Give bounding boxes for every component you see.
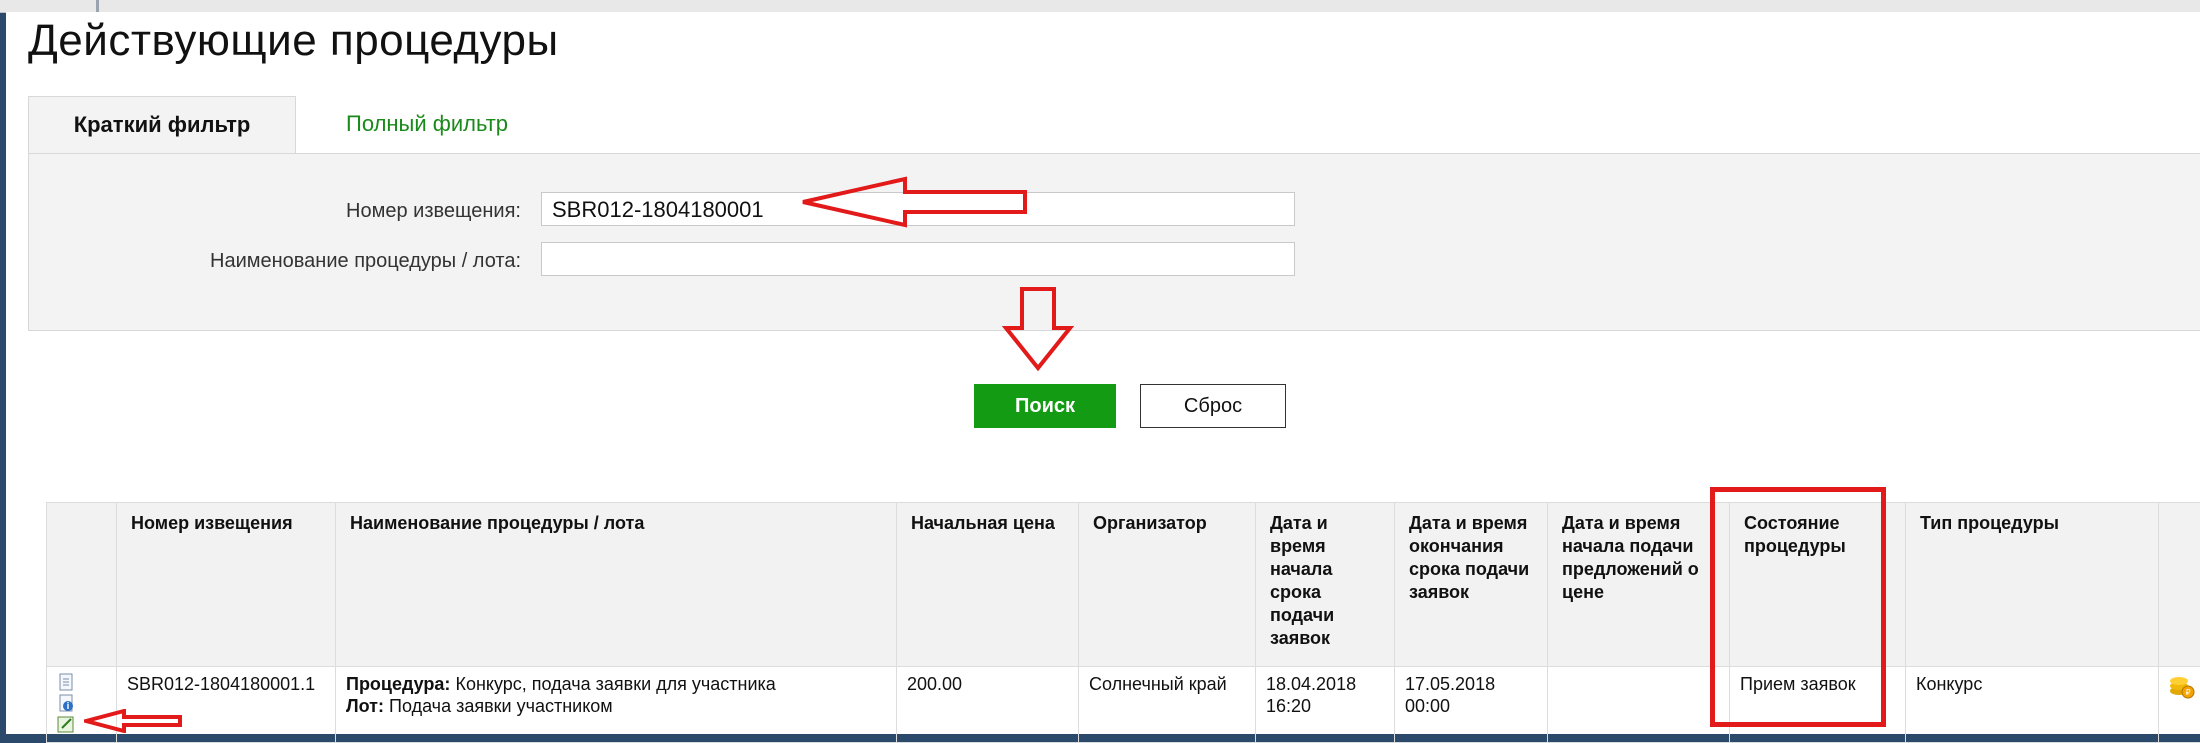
tab-short-filter[interactable]: Краткий фильтр xyxy=(28,96,296,153)
procedure-value: Конкурс, подача заявки для участника xyxy=(455,674,775,694)
col-notice-number[interactable]: Номер извещения xyxy=(117,503,336,667)
col-procedure-type[interactable]: Тип процедуры xyxy=(1906,503,2159,667)
view-document-icon[interactable] xyxy=(57,673,75,691)
cell-notice-number[interactable]: SBR012-1804180001.1 xyxy=(117,667,336,743)
cell-procedure-name: Процедура: Конкурс, подача заявки для уч… xyxy=(336,667,897,743)
cell-apps-end: 17.05.2018 00:00 xyxy=(1395,667,1548,743)
col-organizer[interactable]: Организатор xyxy=(1079,503,1256,667)
filter-panel: Номер извещения: SBR012-1804180001 Наиме… xyxy=(28,153,2200,331)
col-procedure-name[interactable]: Наименование процедуры / лота xyxy=(336,503,897,667)
lot-value: Подача заявки участником xyxy=(389,696,613,716)
coins-icon[interactable]: ₽ xyxy=(2169,683,2195,703)
col-start-price[interactable]: Начальная цена xyxy=(897,503,1079,667)
svg-text:₽: ₽ xyxy=(2185,688,2190,697)
reset-button[interactable]: Сброс xyxy=(1140,384,1286,428)
cell-procedure-type: Конкурс xyxy=(1906,667,2159,743)
info-document-icon[interactable] xyxy=(57,694,75,712)
strip-marker xyxy=(96,0,99,12)
cell-start-price: 200.00 xyxy=(897,667,1079,743)
procedure-label: Процедура: xyxy=(346,674,450,694)
page-title: Действующие процедуры xyxy=(28,16,559,66)
col-extra xyxy=(2159,503,2200,667)
col-actions xyxy=(47,503,117,667)
col-price-offers-start[interactable]: Дата и время начала подачи предложений о… xyxy=(1548,503,1730,667)
lot-label: Лот: xyxy=(346,696,384,716)
row-actions xyxy=(47,667,117,743)
notice-number-label: Номер извещения: xyxy=(29,200,521,223)
edit-application-icon[interactable] xyxy=(57,715,75,733)
procedure-name-input[interactable] xyxy=(541,242,1295,276)
cell-apps-start: 18.04.2018 16:20 xyxy=(1256,667,1395,743)
cell-organizer: Солнечный край xyxy=(1079,667,1256,743)
status-column-highlight xyxy=(1710,487,1886,727)
col-apps-end[interactable]: Дата и время окончания срока подачи заяв… xyxy=(1395,503,1548,667)
cell-price-offers-start xyxy=(1548,667,1730,743)
procedure-name-label: Наименование процедуры / лота: xyxy=(29,250,521,273)
notice-number-input[interactable]: SBR012-1804180001 xyxy=(541,192,1295,226)
search-button[interactable]: Поиск xyxy=(974,384,1116,428)
cell-extra: ₽ xyxy=(2159,667,2200,743)
col-apps-start[interactable]: Дата и время начала срока подачи заявок xyxy=(1256,503,1395,667)
tab-full-filter[interactable]: Полный фильтр xyxy=(346,96,508,152)
